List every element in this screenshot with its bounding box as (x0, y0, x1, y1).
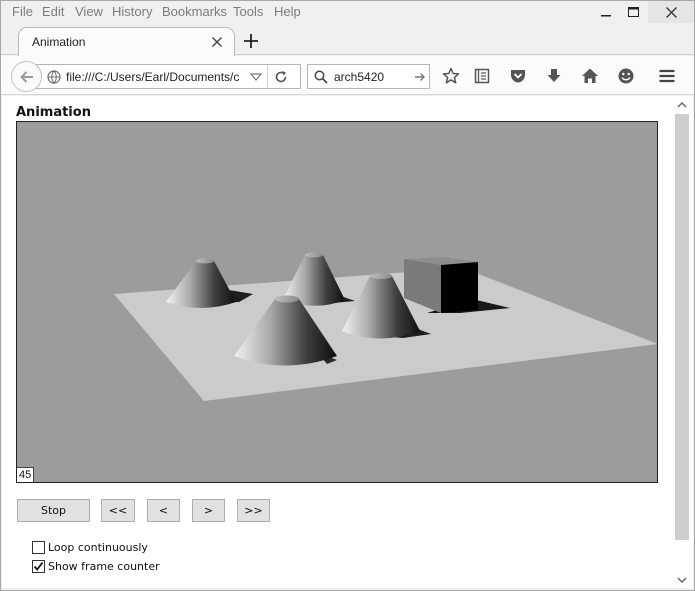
menu-history[interactable]: History (112, 4, 152, 19)
scroll-down-icon[interactable] (677, 575, 687, 585)
minimize-button[interactable] (591, 1, 621, 23)
maximize-button[interactable] (618, 1, 648, 23)
download-icon[interactable] (545, 67, 563, 85)
browser-window: File Edit View History Bookmarks Tools H… (0, 0, 695, 591)
home-icon[interactable] (581, 67, 599, 85)
pocket-icon[interactable] (509, 67, 527, 85)
checkmark-icon (33, 561, 44, 571)
menu-help[interactable]: Help (274, 4, 301, 19)
tab-title: Animation (32, 35, 86, 49)
menu-edit[interactable]: Edit (42, 4, 64, 19)
minimize-icon (601, 15, 611, 17)
menu-tools[interactable]: Tools (233, 4, 263, 19)
frame-counter: 45 (17, 467, 35, 482)
frame-counter-option[interactable]: Show frame counter (32, 558, 160, 574)
scrollbar-thumb[interactable] (675, 114, 689, 540)
frame-counter-label: Show frame counter (48, 559, 160, 573)
tab-animation[interactable]: Animation (18, 27, 235, 56)
navigation-toolbar: file:///C:/Users/Earl/Documents/c arch54… (1, 56, 694, 95)
animation-canvas: 45 (16, 121, 658, 483)
cone (166, 258, 236, 308)
page-title: Animation (16, 105, 91, 120)
loop-checkbox[interactable] (32, 540, 45, 554)
search-icon (314, 70, 328, 84)
scroll-up-icon[interactable] (677, 100, 687, 110)
back-arrow-icon (20, 71, 33, 83)
scene-render (114, 252, 657, 401)
search-input[interactable]: arch5420 (334, 70, 384, 84)
url-text[interactable]: file:///C:/Users/Earl/Documents/c (66, 70, 242, 84)
chevron-down-icon[interactable] (250, 71, 262, 83)
last-frame-button[interactable]: >> (237, 499, 270, 522)
globe-icon[interactable] (47, 70, 61, 84)
close-icon (665, 6, 677, 18)
new-tab-icon[interactable] (241, 31, 261, 51)
reading-list-icon[interactable] (473, 67, 491, 85)
reload-icon[interactable] (274, 70, 288, 84)
loop-option[interactable]: Loop continuously (32, 539, 148, 555)
menu-view[interactable]: View (75, 4, 103, 19)
star-icon[interactable] (442, 67, 460, 85)
window-close-button[interactable] (648, 1, 694, 23)
menu-bar: File Edit View History Bookmarks Tools H… (1, 1, 694, 23)
tab-strip: Animation (1, 23, 694, 56)
stop-button[interactable]: Stop (17, 499, 90, 522)
tab-close-icon[interactable] (209, 34, 225, 50)
next-frame-button[interactable]: > (192, 499, 225, 522)
search-bar[interactable]: arch5420 (307, 64, 430, 89)
arrow-right-icon[interactable] (414, 71, 426, 83)
previous-frame-button[interactable]: < (147, 499, 180, 522)
maximize-icon (627, 6, 639, 17)
back-button[interactable] (11, 61, 42, 92)
hamburger-menu-icon[interactable] (658, 67, 676, 85)
frame-counter-checkbox[interactable] (32, 559, 45, 573)
menu-bookmarks[interactable]: Bookmarks (162, 4, 227, 19)
loop-label: Loop continuously (48, 540, 148, 554)
menu-file[interactable]: File (12, 4, 33, 19)
url-separator (267, 65, 268, 88)
url-bar[interactable]: file:///C:/Users/Earl/Documents/c (29, 64, 301, 89)
smiley-icon[interactable] (617, 67, 635, 85)
first-frame-button[interactable]: << (101, 499, 135, 522)
